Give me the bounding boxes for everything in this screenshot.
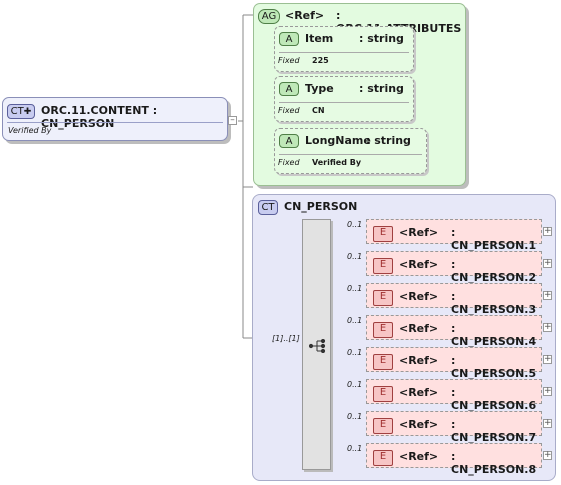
expand-toggle[interactable]: + xyxy=(543,451,552,460)
complex-type-badge: CT✚ xyxy=(7,104,35,119)
divider xyxy=(279,154,422,155)
element-badge: E xyxy=(373,322,393,338)
fixed-value: 225 xyxy=(312,56,329,65)
attribute-name: LongName xyxy=(305,134,371,147)
attribute-node-item[interactable]: A Item : string Fixed 225 xyxy=(274,26,414,72)
element-node-cn-person-3[interactable]: E <Ref> : CN_PERSON.3 xyxy=(366,283,542,316)
element-ref: <Ref> xyxy=(399,450,439,463)
element-name: : CN_PERSON.3 xyxy=(451,290,537,316)
element-node-cn-person-2[interactable]: E <Ref> : CN_PERSON.2 xyxy=(366,251,542,284)
element-name: : CN_PERSON.1 xyxy=(451,226,537,252)
attribute-node-type[interactable]: A Type : string Fixed CN xyxy=(274,76,414,122)
complex-type-name: CN_PERSON xyxy=(284,200,358,213)
element-ref: <Ref> xyxy=(399,418,439,431)
element-name: : CN_PERSON.5 xyxy=(451,354,537,380)
attribute-name: Item xyxy=(305,32,334,45)
main-element-label: ORC.11.CONTENT : CN_PERSON xyxy=(41,104,158,130)
attribute-badge: A xyxy=(279,134,299,148)
expand-toggle[interactable]: + xyxy=(543,387,552,396)
element-name: : CN_PERSON.6 xyxy=(451,386,537,412)
fixed-value: CN xyxy=(312,106,325,115)
divider xyxy=(279,102,409,103)
element-occurrence: 0..1 xyxy=(347,284,363,293)
element-occurrence: 0..1 xyxy=(347,316,363,325)
element-name: : CN_PERSON.2 xyxy=(451,258,537,284)
plus-icon: ✚ xyxy=(23,107,32,117)
element-node-cn-person-7[interactable]: E <Ref> : CN_PERSON.7 xyxy=(366,411,542,444)
divider xyxy=(279,52,409,53)
element-node-cn-person-1[interactable]: E <Ref> : CN_PERSON.1 xyxy=(366,219,542,252)
element-badge: E xyxy=(373,258,393,274)
expand-toggle[interactable]: + xyxy=(543,419,552,428)
element-badge: E xyxy=(373,386,393,402)
element-ref: <Ref> xyxy=(399,226,439,239)
divider xyxy=(7,122,223,123)
element-occurrence: 0..1 xyxy=(347,348,363,357)
element-badge: E xyxy=(373,290,393,306)
attribute-type: : string xyxy=(366,134,411,147)
attribute-name: Type xyxy=(305,82,334,95)
collapse-toggle[interactable]: – xyxy=(228,116,237,125)
element-node-cn-person-8[interactable]: E <Ref> : CN_PERSON.8 xyxy=(366,443,542,476)
element-node-cn-person-6[interactable]: E <Ref> : CN_PERSON.6 xyxy=(366,379,542,412)
fixed-value: Verified By xyxy=(312,158,362,167)
attribute-group-ref: <Ref> xyxy=(285,9,325,22)
element-occurrence: 0..1 xyxy=(347,252,363,261)
element-badge: E xyxy=(373,450,393,466)
sequence-icon xyxy=(308,338,326,354)
sequence-compositor[interactable] xyxy=(302,219,331,470)
attribute-type: : string xyxy=(359,82,404,95)
complex-type-badge: CT xyxy=(258,200,278,215)
element-occurrence: 0..1 xyxy=(347,444,363,453)
element-badge: E xyxy=(373,418,393,434)
expand-toggle[interactable]: + xyxy=(543,227,552,236)
element-ref: <Ref> xyxy=(399,322,439,335)
expand-toggle[interactable]: + xyxy=(543,355,552,364)
attribute-type: : string xyxy=(359,32,404,45)
element-name: : CN_PERSON.7 xyxy=(451,418,537,444)
fixed-label: Fixed xyxy=(278,158,300,167)
element-badge: E xyxy=(373,354,393,370)
element-ref: <Ref> xyxy=(399,290,439,303)
element-ref: <Ref> xyxy=(399,258,439,271)
attribute-badge: A xyxy=(279,82,299,96)
attribute-group-badge: AG xyxy=(258,9,280,24)
element-occurrence: 0..1 xyxy=(347,380,363,389)
expand-toggle[interactable]: + xyxy=(543,291,552,300)
main-element-node[interactable]: CT✚ ORC.11.CONTENT : CN_PERSON Verified … xyxy=(2,97,228,141)
expand-toggle[interactable]: + xyxy=(543,323,552,332)
element-occurrence: 0..1 xyxy=(347,412,363,421)
sequence-occurrence: [1]..[1] xyxy=(272,334,300,343)
fixed-label: Fixed xyxy=(278,56,300,65)
element-name: : CN_PERSON.8 xyxy=(451,450,537,476)
element-occurrence: 0..1 xyxy=(347,220,363,229)
element-ref: <Ref> xyxy=(399,354,439,367)
element-node-cn-person-5[interactable]: E <Ref> : CN_PERSON.5 xyxy=(366,347,542,380)
element-badge: E xyxy=(373,226,393,242)
element-ref: <Ref> xyxy=(399,386,439,399)
element-node-cn-person-4[interactable]: E <Ref> : CN_PERSON.4 xyxy=(366,315,542,348)
fixed-label: Fixed xyxy=(278,106,300,115)
main-element-annotation: Verified By xyxy=(8,126,52,135)
element-name: : CN_PERSON.4 xyxy=(451,322,537,348)
expand-toggle[interactable]: + xyxy=(543,259,552,268)
attribute-node-longname[interactable]: A LongName : string Fixed Verified By xyxy=(274,128,427,174)
attribute-badge: A xyxy=(279,32,299,46)
badge-text: CT xyxy=(10,106,24,117)
